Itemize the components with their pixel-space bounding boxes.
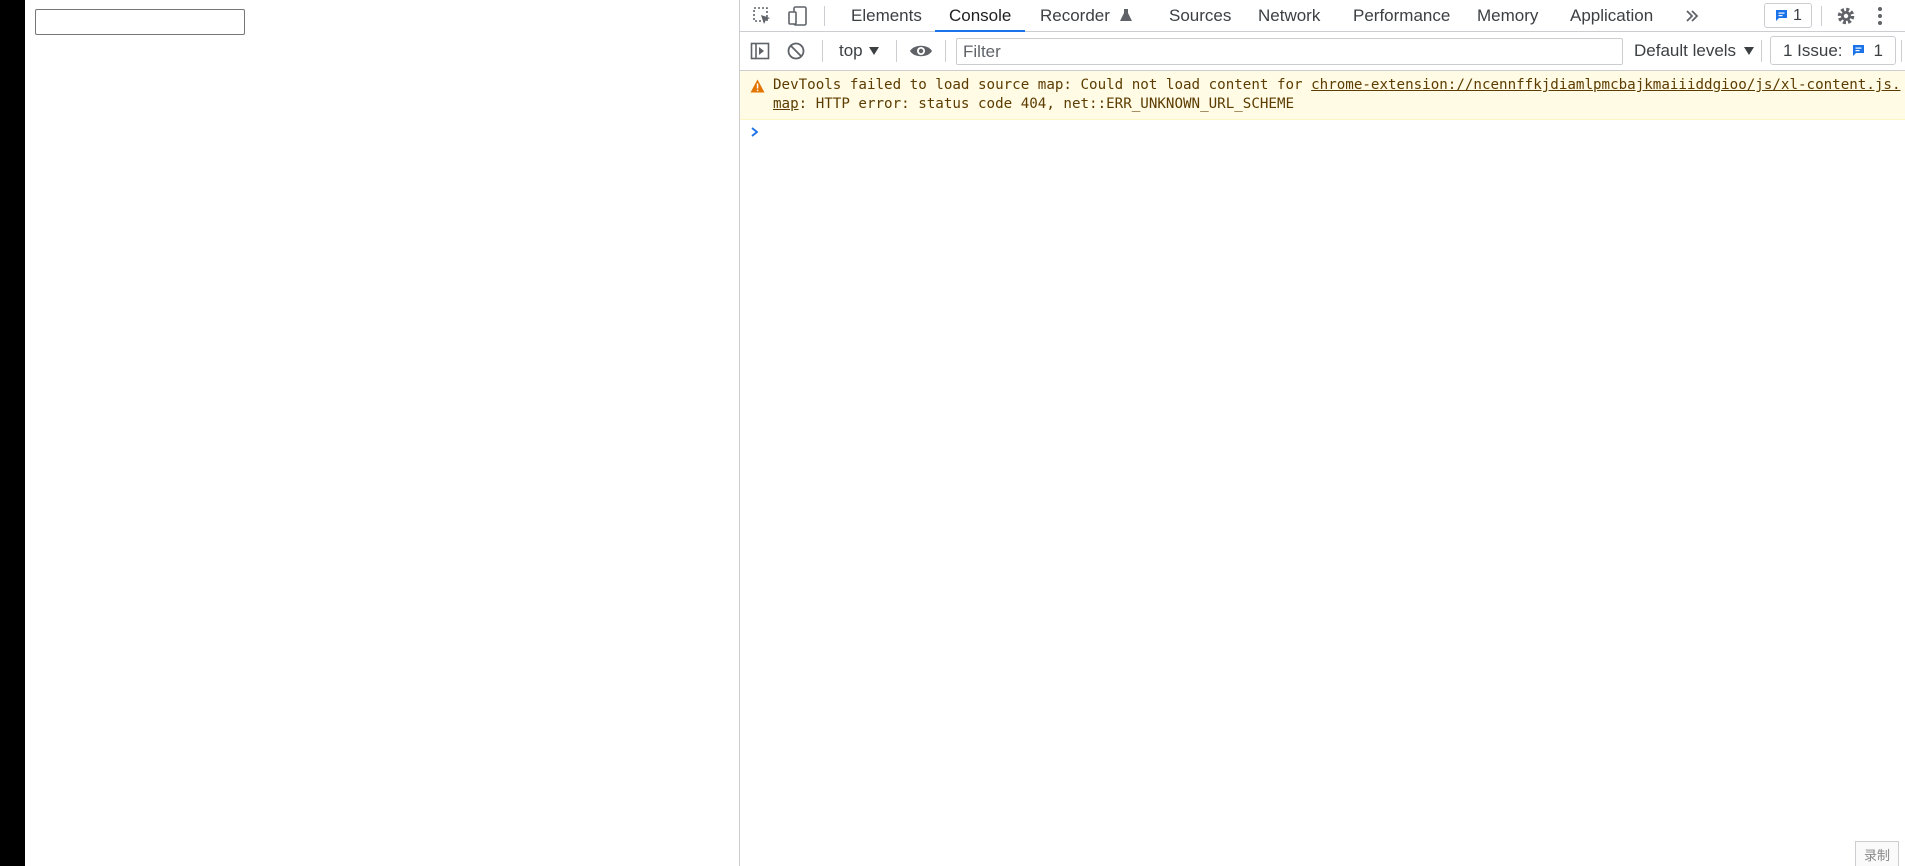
tab-recorder[interactable]: Recorder [1040,0,1133,31]
tab-sources[interactable]: Sources [1169,0,1231,31]
console-filter-input[interactable] [956,38,1623,65]
tab-elements[interactable]: Elements [851,0,922,31]
warning-triangle-icon [750,79,765,98]
tab-memory[interactable]: Memory [1477,0,1538,31]
toolbar-separator [896,40,897,62]
inspected-page [25,0,739,866]
tab-network[interactable]: Network [1258,0,1320,31]
settings-gear-icon[interactable] [1834,4,1858,28]
live-expression-eye-icon[interactable] [908,40,934,62]
window-left-edge [0,0,25,866]
context-selector-label: top [839,41,863,60]
issues-label: 1 Issue: [1783,40,1843,60]
tab-console[interactable]: Console [934,0,1026,32]
tab-recorder-label: Recorder [1040,6,1110,25]
tab-performance[interactable]: Performance [1353,0,1450,31]
devtools-tab-bar: Elements Console Recorder Sources Networ… [740,0,1905,32]
devtools-panel: Elements Console Recorder Sources Networ… [739,0,1905,866]
corner-record-label: 录制 [1855,841,1899,866]
warning-text: DevTools failed to load source map: Coul… [773,76,1905,114]
tab-application[interactable]: Application [1570,0,1653,31]
console-prompt-chevron-icon[interactable] [750,123,760,143]
context-selector[interactable]: top [839,41,879,61]
toolbar-separator [1901,40,1902,62]
sidebar-toggle-icon[interactable] [749,40,771,62]
device-toolbar-icon[interactable] [786,4,810,28]
toolbar-separator [822,40,823,62]
more-tabs-chevron-icon[interactable] [1681,4,1703,28]
messages-badge[interactable]: 1 [1764,3,1812,28]
dropdown-triangle-icon [1744,47,1755,55]
flask-icon [1119,9,1132,21]
console-toolbar: top Default levels 1 Issue: 1 [740,32,1905,71]
more-options-kebab-icon[interactable] [1870,4,1890,28]
log-levels-dropdown[interactable]: Default levels [1634,41,1755,61]
warning-text-suffix: : HTTP error: status code 404, net::ERR_… [798,96,1295,112]
toolbar-separator [945,40,946,62]
message-icon [1776,10,1788,21]
dropdown-triangle-icon [868,47,879,55]
message-icon [1852,45,1864,56]
tab-separator [1821,6,1822,26]
toolbar-separator [1761,40,1762,62]
issues-count: 1 [1873,40,1884,60]
messages-count: 1 [1793,6,1802,24]
inspect-element-icon[interactable] [750,4,774,28]
clear-console-icon[interactable] [785,40,807,62]
log-levels-label: Default levels [1634,41,1737,60]
tab-separator [824,6,825,26]
warning-text-prefix: DevTools failed to load source map: Coul… [773,77,1312,93]
console-warning-message: DevTools failed to load source map: Coul… [740,71,1905,120]
issues-counter-button[interactable]: 1 Issue: 1 [1770,36,1897,65]
page-text-input[interactable] [35,9,245,35]
